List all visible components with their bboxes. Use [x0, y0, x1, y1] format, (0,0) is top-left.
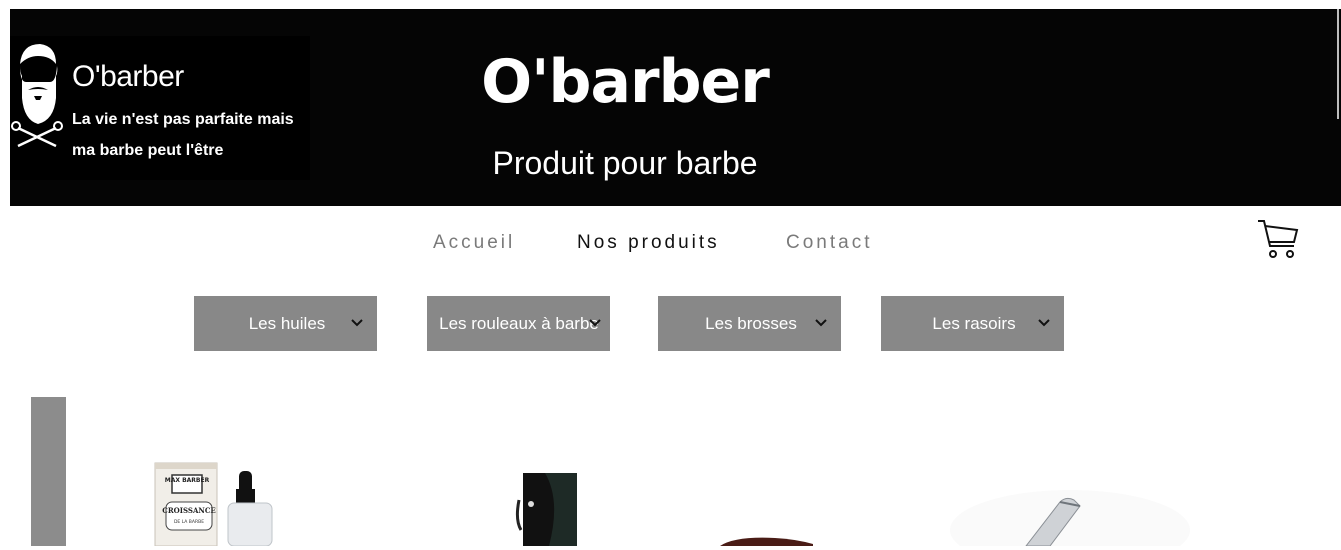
category-dropdown-rouleaux[interactable]: Les rouleaux à barbe [427, 296, 610, 351]
box-sub-text: DE LA BARBE [174, 519, 204, 525]
nav-link-accueil[interactable]: Accueil [433, 232, 515, 254]
product-card-brush[interactable] [715, 530, 815, 546]
category-label: Les rouleaux à barbe [439, 313, 599, 333]
logo-title: O'barber [72, 60, 184, 93]
beard-roller-box-image [515, 473, 577, 546]
shopping-cart-icon [1258, 220, 1299, 258]
product-card-razor[interactable] [940, 470, 1200, 550]
site-title: O'barber [481, 47, 770, 117]
cart-button[interactable] [1256, 218, 1300, 260]
chevron-down-icon [1038, 319, 1050, 327]
scrollbar[interactable] [1337, 9, 1339, 119]
beard-oil-bottle-image: MAX BARBER CROISSANCE DE LA BARBE [154, 462, 273, 547]
category-dropdown-huiles[interactable]: Les huiles [194, 296, 377, 351]
straight-razor-image [950, 490, 1190, 550]
site-subtitle: Produit pour barbe [492, 145, 758, 181]
chevron-down-icon [589, 319, 601, 327]
nav-link-contact[interactable]: Contact [786, 232, 872, 254]
logo-tagline: La vie n'est pas parfaite mais ma barbe … [72, 111, 294, 159]
side-tab[interactable] [31, 397, 66, 546]
category-label: Les huiles [248, 313, 326, 333]
chevron-down-icon [815, 319, 827, 327]
category-dropdown-rasoirs[interactable]: Les rasoirs [881, 296, 1064, 351]
bearded-man-scissors-icon [11, 44, 63, 148]
product-card-roller[interactable] [515, 470, 580, 546]
category-dropdown-brosses[interactable]: Les brosses [658, 296, 841, 351]
site-logo[interactable]: O'barber La vie n'est pas parfaite mais … [10, 36, 310, 180]
box-product-text: CROISSANCE [162, 506, 215, 515]
chevron-down-icon [351, 319, 363, 327]
main-nav: Accueil Nos produits Contact [0, 232, 1341, 258]
product-card-oil[interactable]: MAX BARBER CROISSANCE DE LA BARBE [150, 455, 280, 547]
box-brand-text: MAX BARBER [165, 477, 210, 484]
category-label: Les brosses [705, 313, 797, 333]
nav-link-nos-produits[interactable]: Nos produits [577, 232, 720, 254]
beard-brush-image [720, 537, 813, 546]
category-label: Les rasoirs [932, 313, 1016, 333]
